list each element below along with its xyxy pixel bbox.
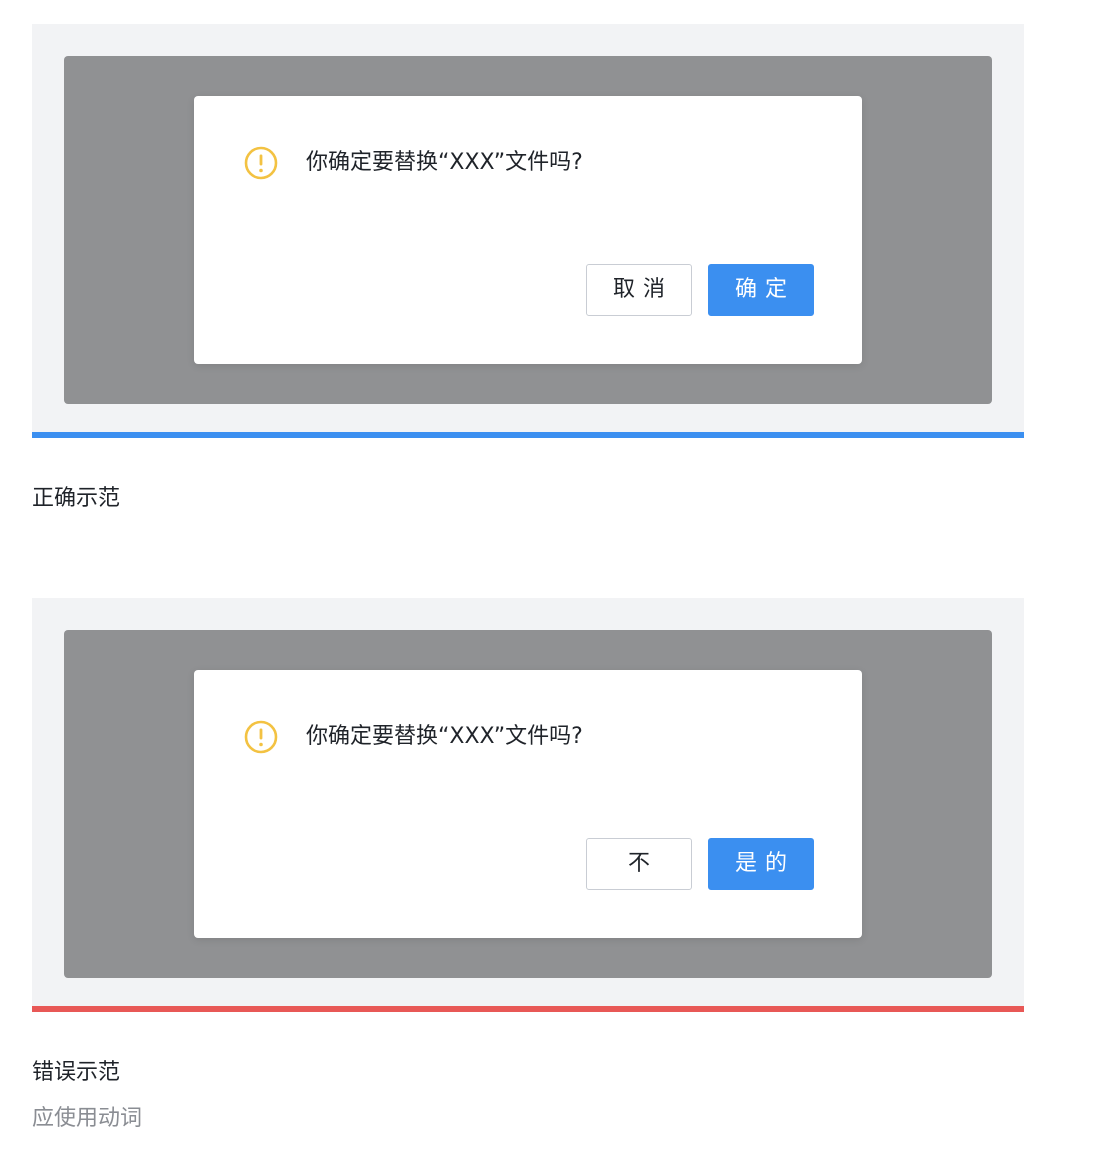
yes-button[interactable]: 是的 <box>708 838 814 890</box>
no-button[interactable]: 不 <box>586 838 692 890</box>
confirm-button[interactable]: 确定 <box>708 264 814 316</box>
incorrect-indicator-bar <box>32 1006 1024 1012</box>
correct-indicator-bar <box>32 432 1024 438</box>
correct-example: 你确定要替换“XXX”文件吗? 取消 确定 正确示范 <box>32 24 1024 514</box>
dialog-message: 你确定要替换“XXX”文件吗? <box>306 150 583 175</box>
warning-circle-icon <box>244 720 278 754</box>
warning-circle-icon <box>244 146 278 180</box>
example-caption: 错误示范 <box>32 1060 121 1085</box>
incorrect-example: 你确定要替换“XXX”文件吗? 不 是的 错误示范 应使用动词 <box>32 598 1024 1134</box>
modal-backdrop: 你确定要替换“XXX”文件吗? 不 是的 <box>64 630 992 978</box>
example-note: 应使用动词 <box>32 1106 143 1131</box>
example-stage: 你确定要替换“XXX”文件吗? 取消 确定 <box>32 24 1024 432</box>
example-caption: 正确示范 <box>32 486 121 511</box>
dialog-message: 你确定要替换“XXX”文件吗? <box>306 724 583 749</box>
example-stage: 你确定要替换“XXX”文件吗? 不 是的 <box>32 598 1024 1006</box>
modal-backdrop: 你确定要替换“XXX”文件吗? 取消 确定 <box>64 56 992 404</box>
cancel-button[interactable]: 取消 <box>586 264 692 316</box>
confirm-dialog: 你确定要替换“XXX”文件吗? 不 是的 <box>194 670 862 938</box>
confirm-dialog: 你确定要替换“XXX”文件吗? 取消 确定 <box>194 96 862 364</box>
